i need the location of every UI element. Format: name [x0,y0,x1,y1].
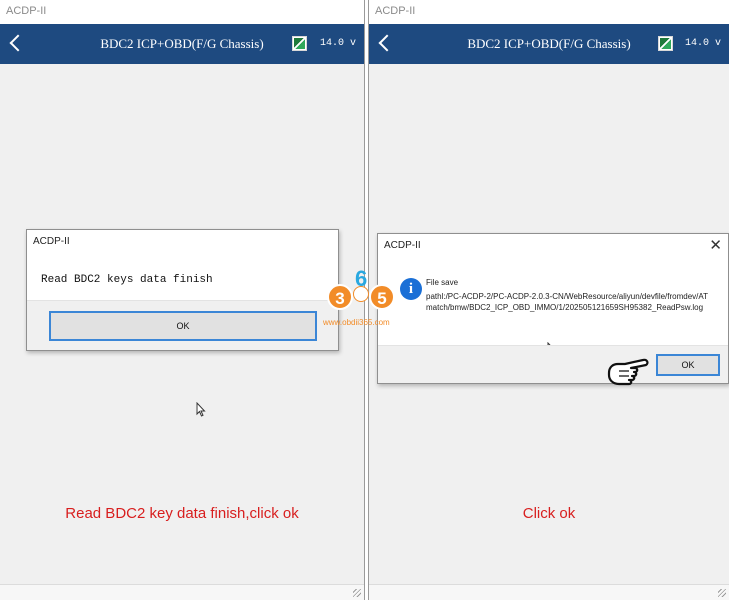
close-icon[interactable]: ✕ [709,236,722,254]
status-bar [369,584,729,600]
message-dialog: ACDP-II Read BDC2 keys data finish OK [26,229,339,351]
instruction-caption: Click ok [522,505,576,522]
watermark-digit: 5 [369,284,395,310]
file-path-text: pathl:/PC-ACDP-2/PC-ACDP-2.0.3-CN/WebRes… [426,292,709,312]
window-title: ACDP-II [0,0,364,24]
resize-grip-icon[interactable] [353,589,361,597]
instruction-caption: Read BDC2 key data finish,click ok [65,505,299,522]
watermark-site: www.obdii365.com [323,318,390,327]
dialog-footer: OK [378,345,728,383]
mouse-cursor-icon [196,402,206,417]
dialog-message: Read BDC2 keys data finish [41,274,213,286]
ok-button[interactable]: OK [49,311,317,341]
smiley-icon [353,286,369,302]
dialog-title: ACDP-II [384,240,421,251]
app-header: BDC2 ICP+OBD(F/G Chassis) 14.0 v [369,24,729,64]
window-title: ACDP-II [369,0,729,24]
resize-grip-icon[interactable] [718,589,726,597]
site-watermark: 3 6 5 www.obdii365.com [321,266,411,330]
pointing-hand-icon [605,351,653,393]
status-bar [0,584,364,600]
header-title: BDC2 ICP+OBD(F/G Chassis) [100,36,264,51]
file-save-dialog: ACDP-II ✕ i File save pathl:/PC-ACDP-2/P… [377,233,729,384]
app-header: BDC2 ICP+OBD(F/G Chassis) 14.0 v [0,24,364,64]
dialog-title: ACDP-II [33,236,70,247]
voltage-readout: 14.0 v [320,38,357,49]
header-title: BDC2 ICP+OBD(F/G Chassis) [467,36,631,51]
voltage-readout: 14.0 v [685,38,722,49]
watermark-digit: 3 [327,284,353,310]
battery-icon [658,36,673,51]
dialog-footer: OK [27,300,338,350]
left-app-window: ACDP-II BDC2 ICP+OBD(F/G Chassis) 14.0 v… [0,0,365,600]
dialog-label: File save [426,278,459,287]
battery-icon [292,36,307,51]
right-app-window: ACDP-II BDC2 ICP+OBD(F/G Chassis) 14.0 v… [368,0,729,600]
ok-button[interactable]: OK [656,354,720,376]
